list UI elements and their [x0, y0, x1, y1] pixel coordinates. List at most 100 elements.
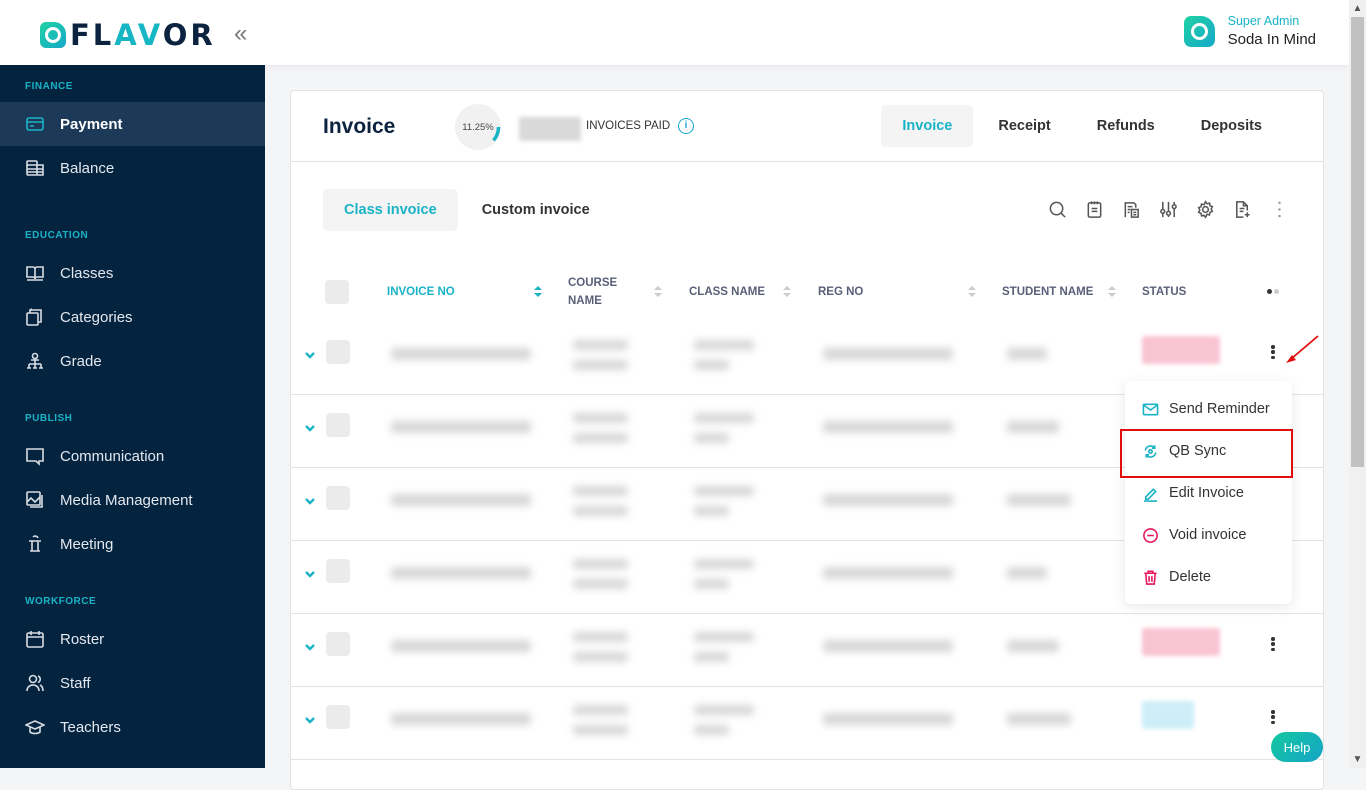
sort-reg-no-icon[interactable] [968, 285, 976, 299]
gear-icon[interactable] [1195, 199, 1215, 219]
tab-deposits[interactable]: Deposits [1180, 105, 1283, 147]
sort-student-name-icon[interactable] [1108, 285, 1116, 299]
column-invoice-no[interactable]: INVOICE NO [387, 263, 455, 321]
sidebar-item-staff[interactable]: Staff [0, 661, 265, 705]
expand-row-icon[interactable] [304, 567, 316, 579]
sidebar-item-teachers[interactable]: Teachers [0, 705, 265, 749]
menu-item-void-invoice[interactable]: Void invoice [1125, 514, 1292, 556]
sidebar-section-title: FINANCE [25, 81, 73, 92]
course-name-blurred [573, 579, 628, 589]
image-icon [25, 490, 45, 510]
sidebar-item-label: Staff [60, 674, 91, 692]
sidebar-item-label: Classes [60, 264, 114, 282]
sidebar-item-balance[interactable]: Balance [0, 146, 265, 190]
brand-logo[interactable]: FLAVOR [40, 18, 216, 52]
sidebar-item-media-management[interactable]: Media Management [0, 478, 265, 522]
course-name-blurred [573, 705, 628, 715]
menu-item-send-reminder[interactable]: Send Reminder [1125, 388, 1292, 430]
column-course-name[interactable]: COURSE NAME [568, 263, 638, 321]
menu-item-qb-sync[interactable]: QB Sync [1125, 430, 1292, 472]
course-name-blurred [573, 413, 628, 423]
tab-receipt[interactable]: Receipt [977, 105, 1071, 147]
menu-item-edit-invoice[interactable]: Edit Invoice [1125, 472, 1292, 514]
menu-item-delete[interactable]: Delete [1125, 556, 1292, 598]
tab-custom-invoice[interactable]: Custom invoice [461, 189, 611, 231]
export-file-icon[interactable] [1232, 199, 1252, 219]
class-name-blurred [694, 506, 729, 516]
row-actions-kebab[interactable] [1267, 342, 1279, 362]
page-scrollbar[interactable]: ▲ ▼ [1349, 0, 1366, 768]
graduation-cap-icon [25, 717, 45, 737]
sort-class-name-icon[interactable] [783, 285, 791, 299]
sidebar-item-meeting[interactable]: Meeting [0, 522, 265, 566]
sidebar-item-roster[interactable]: Roster [0, 617, 265, 661]
row-checkbox[interactable] [326, 486, 350, 510]
scrollbar-thumb[interactable] [1351, 17, 1364, 467]
column-reg-no[interactable]: REG NO [818, 263, 863, 321]
row-checkbox[interactable] [326, 705, 350, 729]
card-header: Invoice 11.25% INVOICES PAID i Invoice R… [291, 91, 1323, 162]
sidebar-item-communication[interactable]: Communication [0, 434, 265, 478]
annotation-arrow-icon [1286, 335, 1319, 363]
class-name-blurred [694, 360, 729, 370]
notepad-icon[interactable] [1084, 199, 1104, 219]
row-checkbox[interactable] [326, 413, 350, 437]
table-header: INVOICE NO COURSE NAME CLASS NAME REG NO… [291, 263, 1323, 321]
credit-card-icon [25, 114, 45, 134]
sort-course-name-icon[interactable] [654, 285, 662, 299]
sidebar-item-payment[interactable]: Payment [0, 102, 265, 146]
scroll-up-icon[interactable]: ▲ [1349, 0, 1366, 17]
more-vertical-icon[interactable] [1269, 199, 1289, 219]
user-name: Soda In Mind [1227, 31, 1316, 48]
tab-class-invoice[interactable]: Class invoice [323, 189, 458, 231]
table-row[interactable] [291, 614, 1323, 687]
invoice-no-blurred [391, 640, 531, 652]
expand-row-icon[interactable] [304, 713, 316, 725]
tab-invoice[interactable]: Invoice [881, 105, 974, 147]
row-checkbox[interactable] [326, 559, 350, 583]
row-actions-kebab[interactable] [1267, 707, 1279, 727]
tab-refunds[interactable]: Refunds [1076, 105, 1176, 147]
invoice-no-blurred [391, 567, 531, 579]
expand-row-icon[interactable] [304, 421, 316, 433]
expand-row-icon[interactable] [304, 640, 316, 652]
collapse-sidebar-icon[interactable]: « [234, 20, 247, 48]
student-name-blurred [1007, 713, 1071, 725]
column-student-name[interactable]: STUDENT NAME [1002, 263, 1093, 321]
row-actions-kebab[interactable] [1267, 634, 1279, 654]
sidebar-section-title: EDUCATION [25, 230, 89, 241]
column-pager-dots[interactable] [1267, 289, 1281, 294]
class-name-blurred [694, 725, 729, 735]
report-icon[interactable] [1121, 199, 1141, 219]
sidebar-item-classes[interactable]: Classes [0, 251, 265, 295]
sidebar-item-label: Categories [60, 308, 133, 326]
sidebar-item-grade[interactable]: Grade [0, 339, 265, 383]
column-class-name[interactable]: CLASS NAME [689, 263, 765, 321]
reg-no-blurred [823, 421, 953, 433]
info-icon[interactable]: i [678, 118, 694, 134]
reg-no-blurred [823, 494, 953, 506]
invoice-no-blurred [391, 348, 531, 360]
table-row[interactable] [291, 687, 1323, 760]
top-bar: FLAVOR « Super Admin Soda In Mind [0, 0, 1349, 65]
scroll-down-icon[interactable]: ▼ [1349, 751, 1366, 768]
sidebar-item-label: Grade [60, 352, 102, 370]
menu-label: Edit Invoice [1169, 485, 1244, 501]
sidebar-item-categories[interactable]: Categories [0, 295, 265, 339]
avatar [1183, 15, 1215, 47]
student-name-blurred [1007, 421, 1059, 433]
search-icon[interactable] [1047, 199, 1067, 219]
help-button[interactable]: Help [1271, 732, 1323, 762]
course-name-blurred [573, 486, 628, 496]
sort-invoice-no-icon[interactable] [534, 285, 542, 299]
row-checkbox[interactable] [326, 632, 350, 656]
filter-sliders-icon[interactable] [1158, 199, 1178, 219]
expand-row-icon[interactable] [304, 348, 316, 360]
course-name-blurred [573, 360, 628, 370]
row-checkbox[interactable] [326, 340, 350, 364]
select-all-checkbox[interactable] [325, 280, 349, 304]
expand-row-icon[interactable] [304, 494, 316, 506]
user-profile[interactable]: Super Admin Soda In Mind [1183, 14, 1316, 48]
trash-icon [1142, 569, 1159, 586]
progress-percent: 11.25% [462, 121, 494, 133]
